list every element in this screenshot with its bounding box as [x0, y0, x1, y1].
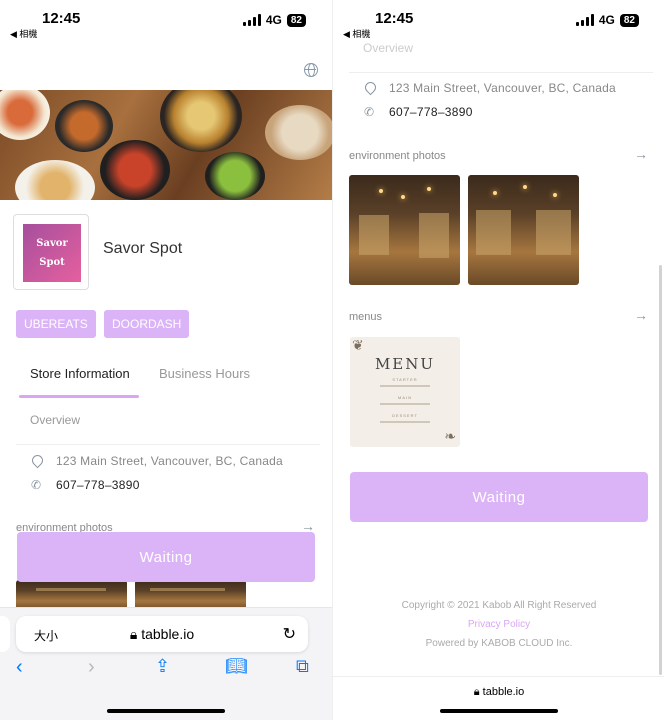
- url-label: tabble.io: [482, 686, 525, 698]
- menu-image[interactable]: ❦ ❧ MENU STARTER MAIN DESSERT: [350, 337, 460, 447]
- scrollbar[interactable]: [659, 265, 662, 675]
- battery-icon: 82: [286, 13, 306, 27]
- logo-text-line1: Savor: [36, 238, 68, 249]
- status-bar: 12:45 ◀ 相機 4G 82: [0, 0, 332, 40]
- logo-text-line2: Spot: [39, 257, 65, 268]
- tabs-icon[interactable]: ⧉: [296, 656, 309, 677]
- store-logo: Savor Spot: [13, 214, 89, 290]
- tab-store-information[interactable]: Store Information: [30, 366, 130, 381]
- environment-photos-title: environment photos: [349, 150, 446, 162]
- divider: [16, 444, 320, 445]
- bookmarks-icon[interactable]: 📖︎: [225, 656, 248, 677]
- copyright-text: Copyright © 2021 Kabob All Right Reserve…: [401, 600, 597, 611]
- home-indicator: [107, 709, 225, 713]
- phone-icon: ✆: [364, 105, 375, 119]
- location-pin-icon: [364, 82, 376, 94]
- menu-card-title: MENU: [374, 355, 436, 373]
- arrow-right-icon[interactable]: →: [634, 146, 648, 162]
- tab-business-hours[interactable]: Business Hours: [159, 366, 250, 381]
- ubereats-tag-button[interactable]: UBEREATS: [16, 310, 96, 338]
- cellular-signal-icon: [242, 14, 261, 26]
- leaf-decoration-icon: ❦: [352, 337, 364, 353]
- status-time: 12:45: [375, 10, 414, 27]
- compact-url-bar[interactable]: 🔒︎ tabble.io: [333, 686, 664, 699]
- environment-photo-1[interactable]: [16, 580, 127, 610]
- back-to-camera-link[interactable]: ◀ 相機: [10, 27, 37, 40]
- active-tab-indicator: [19, 395, 139, 398]
- menus-title: menus: [349, 311, 383, 323]
- url-label: tabble.io: [141, 626, 195, 642]
- status-indicators: 4G 82: [575, 13, 639, 27]
- phone-icon: ✆: [31, 478, 42, 492]
- battery-icon: 82: [619, 13, 639, 27]
- forward-icon[interactable]: ›: [88, 656, 95, 679]
- back-to-camera-link[interactable]: ◀ 相機: [343, 27, 370, 40]
- phone-row[interactable]: ✆ 607–778–3890: [31, 478, 140, 492]
- waiting-button[interactable]: Waiting: [17, 532, 315, 582]
- store-name: Savor Spot: [103, 240, 183, 257]
- cellular-signal-icon: [575, 14, 594, 26]
- left-phone-screen: 12:45 ◀ 相機 4G 82 Savor Spot Savor Spot U…: [0, 0, 332, 720]
- overview-label: Overview: [30, 413, 81, 427]
- lock-icon: 🔒︎: [473, 686, 483, 698]
- powered-by-text: Powered by KABOB CLOUD Inc.: [425, 638, 573, 649]
- reload-icon[interactable]: ↻: [283, 624, 296, 644]
- menu-main-label: MAIN: [398, 395, 412, 400]
- url-text[interactable]: 🔒︎ tabble.io: [16, 626, 308, 643]
- right-phone-screen: 12:45 ◀ 相機 4G 82 Overview 123 Main Stree…: [332, 0, 664, 720]
- status-indicators: 4G 82: [242, 13, 306, 27]
- menu-dessert-label: DESSERT: [392, 413, 418, 418]
- lock-icon: 🔒︎: [129, 626, 142, 642]
- address-text: 123 Main Street, Vancouver, BC, Canada: [56, 454, 283, 468]
- phone-text[interactable]: 607–778–3890: [56, 478, 140, 492]
- network-label: 4G: [265, 13, 282, 27]
- previous-tab-edge[interactable]: [0, 616, 10, 652]
- arrow-right-icon[interactable]: →: [634, 307, 648, 323]
- overview-label: Overview: [363, 41, 414, 55]
- share-icon[interactable]: ⇪: [155, 656, 170, 677]
- environment-photo-2[interactable]: [468, 175, 579, 285]
- globe-language-icon[interactable]: [304, 63, 318, 77]
- phone-row[interactable]: ✆ 607–778–3890: [364, 105, 473, 119]
- phone-text[interactable]: 607–778–3890: [389, 105, 473, 119]
- back-icon[interactable]: ‹: [16, 656, 23, 679]
- menu-starter-label: STARTER: [392, 377, 418, 382]
- status-time: 12:45: [42, 10, 81, 27]
- address-row: 123 Main Street, Vancouver, BC, Canada: [364, 81, 616, 95]
- network-label: 4G: [598, 13, 615, 27]
- home-indicator: [440, 709, 558, 713]
- hero-food-image: [0, 90, 332, 200]
- privacy-policy-link[interactable]: Privacy Policy: [333, 619, 664, 630]
- environment-photo-1[interactable]: [349, 175, 460, 285]
- divider: [349, 72, 653, 73]
- screenshot-composite: 12:45 ◀ 相機 4G 82 Savor Spot Savor Spot U…: [0, 0, 664, 720]
- environment-photo-2[interactable]: [135, 580, 246, 610]
- address-text: 123 Main Street, Vancouver, BC, Canada: [389, 81, 616, 95]
- address-bar[interactable]: 大小 🔒︎ tabble.io ↻: [16, 616, 308, 652]
- leaf-decoration-icon: ❧: [444, 428, 456, 444]
- doordash-tag-button[interactable]: DOORDASH: [104, 310, 190, 338]
- waiting-button[interactable]: Waiting: [350, 472, 648, 522]
- status-bar: 12:45 ◀ 相機 4G 82: [333, 0, 664, 40]
- address-row: 123 Main Street, Vancouver, BC, Canada: [31, 454, 283, 468]
- location-pin-icon: [31, 455, 43, 467]
